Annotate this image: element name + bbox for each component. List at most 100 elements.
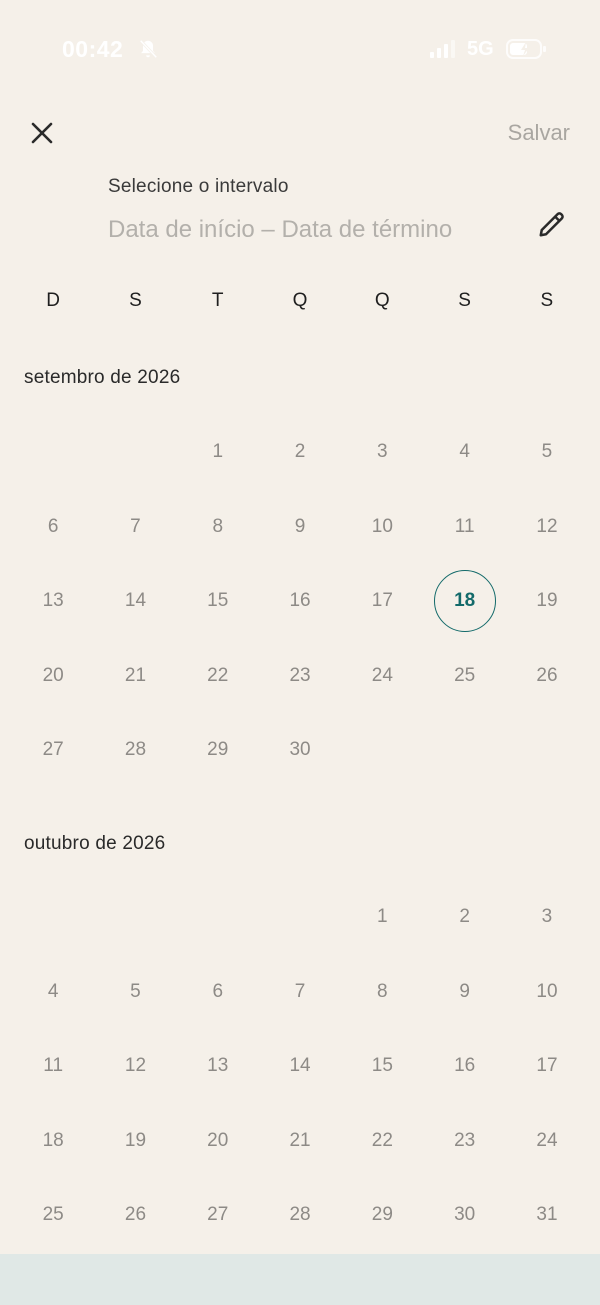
day-number: 15 — [207, 590, 229, 612]
weekday-label: S — [458, 290, 471, 311]
day-cell[interactable]: 20 — [177, 1110, 259, 1172]
day-cell[interactable]: 4 — [424, 421, 506, 483]
day-cell[interactable]: 28 — [94, 719, 176, 781]
day-cell[interactable]: 5 — [506, 421, 588, 483]
day-cell[interactable]: 8 — [177, 496, 259, 558]
day-number: 19 — [124, 1129, 147, 1151]
day-number: 9 — [459, 980, 470, 1002]
day-cell[interactable]: 15 — [177, 570, 259, 632]
day-cell[interactable]: 15 — [341, 1035, 423, 1097]
day-cell[interactable]: 5 — [94, 961, 176, 1023]
day-cell[interactable]: 29 — [177, 719, 259, 781]
day-cell[interactable]: 1 — [177, 421, 259, 483]
day-number: 1 — [212, 441, 224, 462]
battery-charging-icon — [506, 39, 546, 59]
day-cell[interactable]: 17 — [341, 570, 423, 632]
day-cell[interactable]: 25 — [424, 645, 506, 707]
day-cell[interactable]: 19 — [506, 570, 588, 632]
day-cell[interactable]: 9 — [259, 496, 341, 558]
day-cell-today[interactable]: 18 — [424, 570, 506, 633]
day-cell[interactable]: 4 — [12, 961, 94, 1023]
day-cell[interactable]: 24 — [506, 1110, 588, 1172]
day-cell[interactable]: 11 — [424, 496, 506, 558]
day-cell[interactable]: 20 — [12, 645, 94, 707]
day-number: 15 — [371, 1055, 393, 1077]
day-cell[interactable]: 27 — [12, 719, 94, 781]
day-cell[interactable]: 22 — [177, 645, 259, 707]
day-number: 12 — [536, 515, 558, 537]
day-cell[interactable]: 12 — [94, 1035, 176, 1097]
day-cell[interactable]: 19 — [94, 1110, 176, 1172]
range-value: Data de início – Data de término — [108, 216, 453, 243]
month-title: outubro de 2026 — [24, 833, 166, 854]
save-button[interactable]: Salvar — [508, 120, 570, 146]
day-number: 13 — [207, 1055, 229, 1077]
day-cell[interactable]: 11 — [12, 1035, 94, 1097]
day-number: 7 — [130, 515, 141, 537]
day-number: 26 — [124, 1204, 147, 1226]
status-time: 00:42 — [62, 36, 124, 62]
day-number: 27 — [42, 739, 64, 761]
weekday-label: S — [540, 290, 554, 311]
day-cell[interactable]: 29 — [341, 1184, 423, 1246]
day-number: 16 — [289, 590, 311, 612]
day-cell[interactable]: 7 — [259, 961, 341, 1023]
day-number: 27 — [207, 1204, 229, 1226]
day-cell[interactable]: 3 — [341, 421, 423, 483]
day-cell[interactable]: 14 — [259, 1035, 341, 1097]
day-cell[interactable]: 10 — [506, 961, 588, 1023]
day-number: 6 — [47, 515, 59, 537]
day-cell[interactable]: 10 — [341, 496, 423, 558]
day-cell[interactable]: 17 — [506, 1035, 588, 1097]
day-cell[interactable]: 24 — [341, 645, 423, 707]
day-cell[interactable]: 30 — [424, 1184, 506, 1246]
day-cell[interactable]: 9 — [424, 961, 506, 1023]
day-cell[interactable]: 21 — [259, 1110, 341, 1172]
day-number: 4 — [47, 980, 59, 1002]
day-cell[interactable]: 21 — [94, 645, 176, 707]
weekday-label: S — [129, 290, 142, 311]
day-cell[interactable]: 23 — [259, 645, 341, 707]
day-cell[interactable]: 23 — [424, 1110, 506, 1172]
day-cell[interactable]: 14 — [94, 570, 176, 632]
day-number: 2 — [294, 441, 306, 462]
day-number: 20 — [42, 664, 64, 686]
weekday-label: Q — [374, 290, 390, 311]
day-cell[interactable]: 3 — [506, 886, 588, 948]
day-number: 26 — [536, 664, 558, 686]
day-cell[interactable]: 25 — [12, 1184, 94, 1246]
day-number: 3 — [377, 441, 388, 462]
network-type: 5G — [467, 38, 494, 60]
day-cell[interactable]: 13 — [177, 1035, 259, 1097]
day-number: 10 — [371, 515, 393, 537]
day-cell[interactable]: 31 — [506, 1184, 588, 1246]
day-cell[interactable]: 8 — [341, 961, 423, 1023]
day-cell[interactable]: 2 — [424, 886, 506, 948]
day-number: 24 — [536, 1129, 558, 1151]
day-cell[interactable]: 18 — [12, 1110, 94, 1172]
day-number: 23 — [289, 664, 311, 686]
day-cell[interactable]: 26 — [94, 1184, 176, 1246]
day-cell[interactable]: 30 — [259, 719, 341, 781]
day-cell[interactable]: 22 — [341, 1110, 423, 1172]
day-cell[interactable]: 12 — [506, 496, 588, 558]
edit-button[interactable] — [534, 206, 570, 242]
day-cell[interactable]: 16 — [259, 570, 341, 632]
day-cell[interactable]: 6 — [177, 961, 259, 1023]
day-number: 25 — [454, 664, 476, 686]
bottom-bar — [0, 1254, 600, 1305]
day-cell[interactable]: 26 — [506, 645, 588, 707]
day-cell[interactable]: 28 — [259, 1184, 341, 1246]
day-number: 28 — [124, 739, 147, 761]
day-cell[interactable]: 27 — [177, 1184, 259, 1246]
day-number: 18 — [42, 1129, 64, 1151]
day-cell[interactable]: 6 — [12, 496, 94, 558]
day-cell[interactable]: 2 — [259, 421, 341, 483]
day-cell[interactable]: 16 — [424, 1035, 506, 1097]
day-number: 8 — [377, 980, 388, 1002]
day-cell[interactable]: 7 — [94, 496, 176, 558]
day-cell[interactable]: 13 — [12, 570, 94, 632]
close-button[interactable] — [26, 117, 58, 149]
day-cell[interactable]: 1 — [341, 886, 423, 948]
day-number: 30 — [289, 739, 311, 761]
